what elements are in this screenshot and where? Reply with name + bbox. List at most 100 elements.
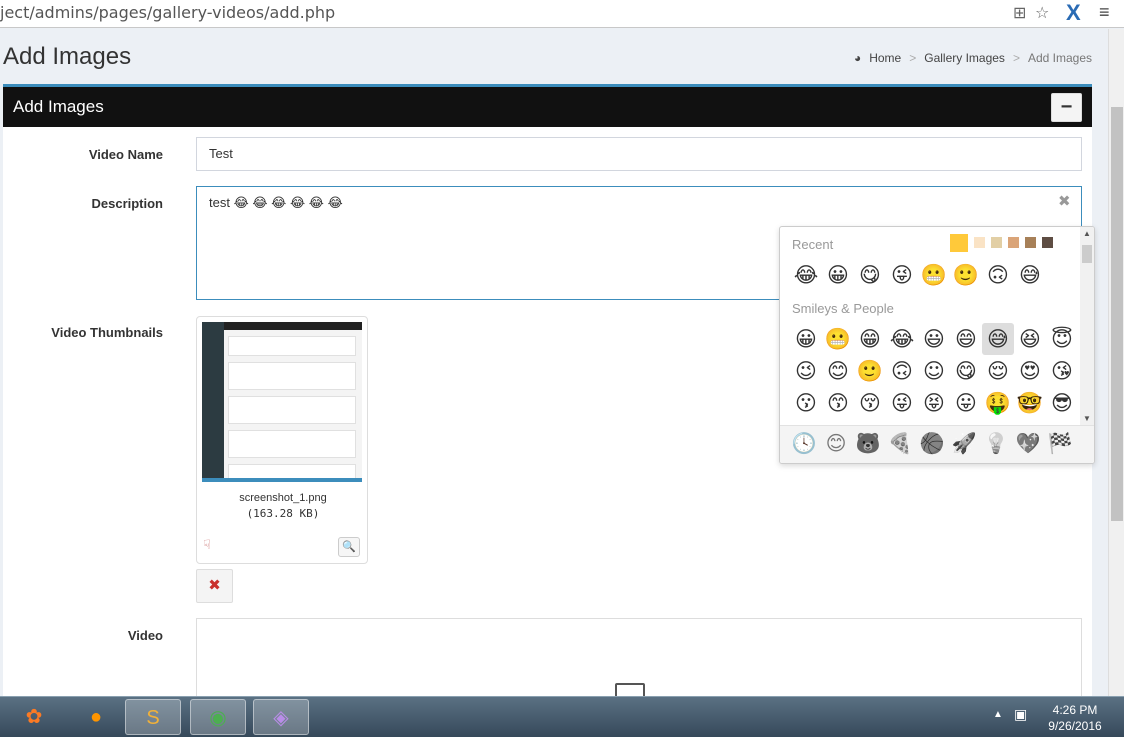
translate-icon[interactable]: ⊞ [1013,3,1026,23]
description-label: Description [91,196,163,211]
emoji-button[interactable]: 😅 [1014,259,1046,291]
emoji-button[interactable]: 😌 [982,355,1014,387]
skin-tone-swatch[interactable] [1042,237,1053,248]
thumbnail-preview[interactable] [202,322,362,482]
system-clock[interactable]: 4:26 PM 9/26/2016 [1040,702,1110,734]
breadcrumb-home[interactable]: Home [869,51,901,65]
skin-tone-swatch[interactable] [1025,237,1036,248]
zoom-icon[interactable]: 🔍 [338,537,360,557]
star-icon[interactable]: ☆ [1035,3,1049,23]
emoji-button[interactable]: 😎 [1046,387,1078,419]
emoji-button[interactable]: 😛 [950,387,982,419]
video-name-input[interactable]: Test [196,137,1082,171]
recent-section-title: Recent [792,237,834,252]
emoji-category-tab[interactable]: 💡 [980,426,1012,462]
sublime-text-icon[interactable]: S [125,699,181,735]
recent-emoji-row: 😂 😀 😋 😜 😬 🙂 🙃 😅 [790,259,1046,291]
smileys-emoji-row: 😀 😬 😁 😂 😃 😄 😅 😆 😇 [790,323,1078,355]
firefox-icon[interactable]: ● [68,699,124,735]
smileys-section-title: Smileys & People [792,301,894,316]
smileys-emoji-row: 😗 😙 😚 😜 😝 😛 🤑 🤓 😎 [790,387,1078,419]
emoji-button[interactable]: 😃 [918,323,950,355]
emoji-button[interactable]: 😄 [950,323,982,355]
emoji-button[interactable]: 😋 [950,355,982,387]
emoji-button[interactable]: 🙂 [950,259,982,291]
emoji-button[interactable]: 🙂 [854,355,886,387]
picker-scrollbar[interactable]: ▲ ▼ [1080,227,1094,425]
page-content: Add Images ◕ Home > Gallery Images > Add… [0,29,1108,696]
emoji-button[interactable]: 😜 [886,259,918,291]
emoji-button[interactable]: ☺ [918,355,950,387]
emoji-button[interactable]: 😚 [854,387,886,419]
emoji-button[interactable]: 😙 [822,387,854,419]
emoji-button[interactable]: 😊 [822,355,854,387]
scroll-down-icon[interactable]: ▼ [1083,414,1091,423]
app-icon[interactable]: ◈ [253,699,309,735]
network-icon[interactable]: ▣ [1014,706,1027,723]
page-scrollbar[interactable] [1108,29,1124,696]
emoji-button[interactable]: 😉 [790,355,822,387]
emoji-button[interactable]: 😬 [822,323,854,355]
x-brand-icon[interactable]: X [1066,0,1081,26]
menu-icon[interactable]: ≡ [1099,2,1110,23]
emoji-category-tab[interactable]: 🍕 [884,426,916,462]
chrome-icon[interactable]: ◉ [190,699,246,735]
emoji-picker: Recent 😂 😀 😋 😜 😬 🙂 🙃 😅 Smileys & People 😀 😬 😁 😂 😃 😄 😅… [779,226,1095,464]
address-bar[interactable]: ject/admins/pages/gallery-videos/add.php [0,3,335,22]
emoji-button[interactable]: 😅 [982,323,1014,355]
emoji-button[interactable]: 🤑 [982,387,1014,419]
thumbnail-filename: screenshot_1.png [239,492,327,504]
file-icon [615,683,645,696]
dashboard-icon: ◕ [853,51,862,65]
emoji-button[interactable]: 😜 [886,387,918,419]
emoji-button[interactable]: 😁 [854,323,886,355]
video-thumbnails-label: Video Thumbnails [51,325,163,340]
video-label: Video [127,628,163,643]
windows-taskbar: ✿ ● S ◉ ◈ ▲ ▣ 4:26 PM 9/26/2016 [0,696,1124,737]
tray-expand-icon[interactable]: ▲ [993,709,1003,720]
emoji-category-tab[interactable]: 🕓 [788,426,820,462]
breadcrumb: ◕ Home > Gallery Images > Add Images [854,51,1092,65]
remove-thumbnail-button[interactable]: ✖ [196,569,233,603]
emoji-button[interactable]: 😇 [1046,323,1078,355]
emoji-button[interactable]: 🤓 [1014,387,1046,419]
skin-tone-swatch[interactable] [991,237,1002,248]
emoji-button[interactable]: 😋 [854,259,886,291]
emoji-button[interactable]: 😘 [1046,355,1078,387]
scroll-up-icon[interactable]: ▲ [1083,229,1091,238]
emoji-category-tab[interactable]: 🏀 [916,426,948,462]
skin-tone-selector [950,234,1053,252]
emoji-button[interactable]: 😂 [886,323,918,355]
breadcrumb-section[interactable]: Gallery Images [924,51,1005,65]
smileys-emoji-row: 😉 😊 🙂 🙃 ☺ 😋 😌 😍 😘 [790,355,1078,387]
breadcrumb-separator: > [909,51,917,65]
emoji-button[interactable]: 😀 [790,323,822,355]
emoji-category-tab[interactable]: 🏁 [1044,426,1076,462]
emoji-button[interactable]: 🙃 [886,355,918,387]
collapse-button[interactable]: − [1051,93,1082,122]
close-icon[interactable]: ✖ [1058,192,1071,210]
box-title: Add Images [13,97,104,116]
emoji-category-tab[interactable]: 🚀 [948,426,980,462]
xampp-icon[interactable]: ✿ [6,699,62,735]
skin-tone-swatch[interactable] [1008,237,1019,248]
thumbnail-filesize: (163.28 KB) [246,507,320,520]
emoji-category-tab[interactable]: 🐻 [852,426,884,462]
drag-handle-icon[interactable]: ☟ [203,537,211,553]
emoji-button[interactable]: 😍 [1014,355,1046,387]
skin-tone-swatch[interactable] [974,237,985,248]
breadcrumb-current: Add Images [1027,51,1092,65]
emoji-category-tab[interactable]: 💖 [1012,426,1044,462]
skin-tone-swatch[interactable] [950,234,968,252]
emoji-category-tab[interactable]: 😊 [820,426,852,462]
video-dropzone[interactable] [196,618,1082,696]
emoji-button[interactable]: 😆 [1014,323,1046,355]
emoji-button[interactable]: 😝 [918,387,950,419]
emoji-category-bar: 🕓 😊 🐻 🍕 🏀 🚀 💡 💖 🏁 [780,425,1094,463]
emoji-button[interactable]: 😗 [790,387,822,419]
emoji-button[interactable]: 🙃 [982,259,1014,291]
emoji-button[interactable]: 😀 [822,259,854,291]
emoji-button[interactable]: 😂 [790,259,822,291]
emoji-button[interactable]: 😬 [918,259,950,291]
box-header: Add Images − [3,87,1092,127]
